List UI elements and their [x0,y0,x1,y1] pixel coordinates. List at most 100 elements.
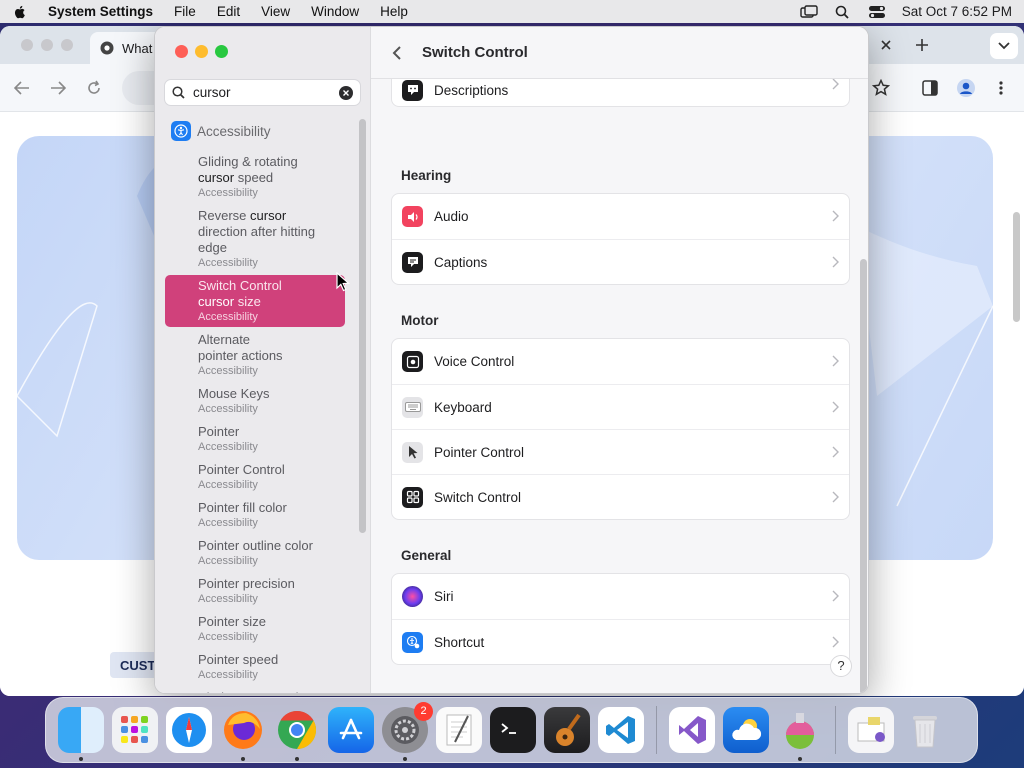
reload-icon[interactable] [86,80,102,96]
chrome-dock-icon[interactable] [274,707,320,761]
chevron-right-icon [832,256,839,268]
bookmark-star-icon[interactable] [872,79,890,97]
search-result-item[interactable]: Pointer speed Accessibility [165,649,345,685]
keyboard-icon [402,396,423,418]
browser-minimize-button[interactable] [41,39,53,51]
browser-scrollbar[interactable] [1013,212,1020,322]
chevron-right-icon [832,636,839,648]
search-result-item[interactable]: Switch Control cursor size Accessibility [165,275,345,327]
settings-sidebar: Accessibility Gliding & rotatingcursor s… [155,27,371,693]
search-input[interactable] [193,85,333,100]
accessibility-header[interactable]: Accessibility [171,121,271,141]
row-keyboard[interactable]: Keyboard [392,384,849,429]
weather-cloud-icon[interactable] [723,707,769,753]
dock-separator [835,706,836,754]
macos-installer-icon[interactable] [777,707,823,761]
visual-studio-icon[interactable] [669,707,715,753]
browser-zoom-button[interactable] [61,39,73,51]
control-center-icon[interactable] [868,5,886,19]
dock-separator [656,706,657,754]
customize-chip[interactable]: CUST [110,652,160,678]
menu-help[interactable]: Help [380,4,408,19]
textedit-icon[interactable] [436,707,482,753]
search-result-item[interactable]: Mouse Keys Accessibility [165,383,345,419]
row-voice-control[interactable]: Voice Control [392,339,849,384]
search-result-item[interactable]: Pointer fill color Accessibility [165,497,345,533]
search-result-item[interactable]: Gliding & rotating cursor speed Accessibil… [165,151,345,203]
search-result-item[interactable]: Pointer precision Accessibility [165,573,345,609]
trash-icon[interactable] [902,707,948,753]
apple-menu-icon[interactable] [12,4,28,20]
browser-close-button[interactable] [21,39,33,51]
tab-search-button[interactable] [990,33,1018,59]
captions-icon [402,251,423,273]
section-title-motor: Motor [401,313,439,328]
launchpad-icon[interactable] [112,707,158,753]
chevron-right-icon [832,491,839,503]
menu-clock[interactable]: Sat Oct 7 6:52 PM [902,4,1012,19]
chevron-right-icon [832,78,839,90]
result-category: Accessibility [198,311,258,323]
system-settings-dock-icon[interactable]: 2 [382,702,433,761]
search-result-item[interactable]: Reverse cursor direction after hitting edg… [165,205,345,273]
back-arrow-icon[interactable] [14,81,30,95]
result-category: Accessibility [198,555,258,567]
menu-view[interactable]: View [261,4,290,19]
menu-window[interactable]: Window [311,4,359,19]
firefox-icon[interactable] [220,707,266,761]
search-result-item[interactable]: Pointer size Accessibility [165,611,345,647]
downloads-stack-icon[interactable] [848,707,894,753]
finder-icon[interactable] [58,707,104,761]
close-tab-icon[interactable] [880,39,892,51]
result-text: direction after hitting [198,224,316,239]
close-window-button[interactable] [175,45,188,58]
row-shortcut[interactable]: Shortcut [392,619,849,664]
result-title-line: Pointer Control [198,462,345,478]
vscode-icon[interactable] [598,707,644,753]
chevron-right-icon [832,355,839,367]
more-options-icon[interactable] [998,80,1004,96]
result-category: Accessibility [198,479,258,491]
search-result-item[interactable]: Shake mouse pointerAccessibility [165,687,345,693]
dock: 2 [45,697,978,763]
chrome-icon [100,41,114,55]
row-audio[interactable]: Audio [392,194,849,239]
menu-edit[interactable]: Edit [217,4,240,19]
terminal-icon[interactable] [490,707,536,753]
row-siri[interactable]: Siri [392,574,849,619]
result-title-line: direction after hitting [198,224,345,240]
row-switch-control[interactable]: Switch Control [392,474,849,519]
row-pointer-control[interactable]: Pointer Control [392,429,849,474]
forward-arrow-icon[interactable] [50,81,66,95]
row-label: Siri [434,589,454,604]
minimize-window-button[interactable] [195,45,208,58]
search-result-item[interactable]: Pointer outline color Accessibility [165,535,345,571]
spotlight-search-icon[interactable] [834,5,852,19]
clear-search-button[interactable] [339,86,353,100]
profile-icon[interactable] [956,78,976,98]
general-group: Siri Shortcut [391,573,850,665]
result-title-line: cursor size [198,294,345,310]
safari-icon[interactable] [166,707,212,753]
main-scrollbar[interactable] [860,259,867,693]
menu-app-name[interactable]: System Settings [48,4,153,19]
search-field[interactable] [164,79,361,106]
menu-file[interactable]: File [174,4,196,19]
side-panel-icon[interactable] [922,80,938,96]
row-captions[interactable]: Captions [392,239,849,284]
search-result-item[interactable]: Pointer Control Accessibility [165,459,345,495]
search-result-item[interactable]: Alternate pointer actions Accessibility [165,329,345,381]
search-result-item[interactable]: Pointer Accessibility [165,421,345,457]
sidebar-scrollbar[interactable] [359,119,366,533]
row-label: Pointer Control [434,444,525,460]
garageband-icon[interactable] [544,707,590,753]
app-store-icon[interactable] [328,707,374,753]
new-tab-icon[interactable] [915,38,929,52]
speaker-icon [402,206,423,227]
pointer-icon [402,441,423,463]
screen-mirroring-icon[interactable] [799,4,818,19]
page-title: Switch Control [422,44,528,61]
help-button[interactable]: ? [830,655,852,677]
zoom-window-button[interactable] [215,45,228,58]
back-chevron-icon[interactable] [391,45,403,61]
